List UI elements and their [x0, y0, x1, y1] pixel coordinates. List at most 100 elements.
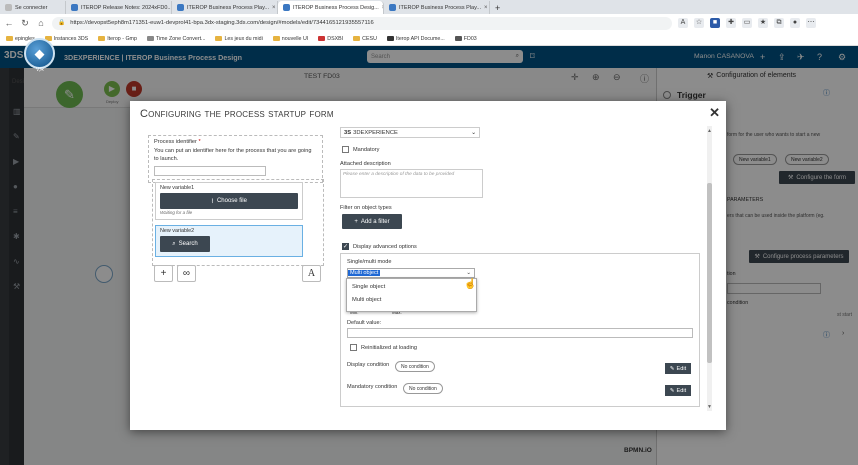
bookmark-item[interactable]: Time Zone Convert... [146, 36, 205, 42]
text-format-icon[interactable]: A [302, 265, 321, 282]
advanced-options-checkbox[interactable]: ✓ [342, 243, 349, 250]
choose-file-button[interactable]: ⌇ Choose file [160, 193, 298, 209]
bookmark-item[interactable]: Iterop API Docume... [386, 36, 445, 42]
tab-favicon-icon [389, 4, 396, 11]
mandatory-condition-pill[interactable]: No condition [403, 383, 443, 394]
mode-select[interactable]: Multi object ⌄ [347, 268, 475, 278]
pencil-icon: ✎ [669, 387, 675, 394]
search-button[interactable]: ⌕ Search [160, 236, 210, 252]
chevron-down-icon: ⌄ [471, 129, 476, 136]
3ds-logo-icon: 3S [344, 129, 352, 136]
mandatory-checkbox[interactable] [342, 146, 349, 153]
star-icon[interactable]: ☆ [694, 18, 704, 28]
folder-icon [386, 36, 394, 41]
puzzle-icon[interactable]: ✚ [726, 18, 736, 28]
variable1-card[interactable]: New variable1 ⌇ Choose file Waiting for a… [155, 182, 303, 220]
edit-display-condition-button[interactable]: ✎ Edit [665, 363, 691, 374]
bookmark-item[interactable]: Iterop - Gmp [98, 36, 137, 42]
folder-icon [146, 36, 154, 41]
process-identifier-label: Process identifier * [154, 139, 201, 145]
process-identifier-help: You can put an identifier here for the p… [154, 148, 312, 162]
display-condition-pill[interactable]: No condition [395, 361, 435, 372]
variable2-label: New variable2 [160, 228, 195, 234]
extension-icon[interactable]: ■ [710, 18, 720, 28]
browser-tab[interactable]: ITEROP Release Notes: 2024xFD0...× [66, 1, 172, 14]
folder-icon [6, 36, 13, 41]
paperclip-icon: ⌇ [211, 198, 214, 205]
bookmark-item[interactable]: FD03 [454, 36, 477, 42]
tab-favicon-icon [283, 4, 290, 11]
lock-icon: 🔒 [58, 20, 66, 26]
default-value-label: Default value: [347, 320, 382, 326]
bookmarks-bar: epingles Instances 3DS Iterop - Gmp Time… [0, 32, 858, 46]
folder-icon [215, 36, 223, 41]
source-select[interactable]: 3S 3DEXPERIENCE ⌄ [340, 127, 480, 138]
close-icon[interactable]: ✕ [709, 105, 720, 121]
pencil-icon: ✎ [669, 365, 675, 372]
browser-tab[interactable]: ITEROP Business Process Play... × [384, 1, 490, 14]
mandatory-condition-label: Mandatory condition [347, 384, 398, 390]
folder-icon [318, 36, 326, 41]
translate-icon[interactable]: A [678, 18, 688, 28]
process-identifier-box: Process identifier * You can put an iden… [148, 135, 323, 183]
folder-icon [454, 36, 462, 41]
bookmark-item[interactable]: Les jeux du midi [215, 36, 263, 42]
tab-favicon-icon [177, 4, 184, 11]
mandatory-row[interactable]: Mandatory [342, 146, 379, 153]
folder-icon [98, 36, 106, 41]
mode-option[interactable]: Multi object [347, 293, 476, 307]
display-condition-label: Display condition [347, 362, 390, 368]
browser-tab-active[interactable]: ITEROP Business Process Desig...× [278, 1, 384, 14]
plus-icon: + [354, 218, 358, 225]
reinit-row[interactable]: Reinitialized at loading [350, 344, 417, 351]
variable1-label: New variable1 [160, 185, 195, 191]
mouse-cursor-icon: ☝ [464, 279, 477, 290]
split-icon[interactable]: ▭ [742, 18, 752, 28]
compass-icon[interactable]: ◆ [24, 38, 55, 69]
collections-icon[interactable]: ⧉ [774, 18, 784, 28]
reinit-checkbox[interactable] [350, 344, 357, 351]
bookmark-item[interactable]: nouvelle UI [272, 36, 308, 42]
link-icon[interactable]: ∞ [177, 265, 196, 282]
tab-close-icon[interactable]: × [484, 5, 488, 11]
profile-icon[interactable]: ● [790, 18, 800, 28]
scroll-down-icon[interactable]: ▼ [707, 404, 712, 410]
tab-favicon-icon [5, 4, 12, 11]
variable2-card[interactable]: New variable2 ⌕ Search [155, 225, 303, 257]
mode-dropdown-list: Single object Multi object [346, 278, 477, 312]
favorites-icon[interactable]: ★ [758, 18, 768, 28]
browser-tab[interactable]: Se connecter [0, 1, 66, 14]
folder-icon [272, 36, 280, 41]
browser-tab[interactable]: ITEROP Business Process Play... × [172, 1, 278, 14]
advanced-options-row[interactable]: ✓ Display advanced options [342, 243, 417, 250]
folder-icon [353, 36, 361, 41]
filter-label: Filter on object types [340, 205, 392, 211]
add-field-button[interactable]: + [154, 265, 173, 282]
bookmark-item[interactable]: CESU [353, 36, 377, 42]
tab-favicon-icon [71, 4, 78, 11]
url-field[interactable]: 🔒 https://devopst5eph8m171351-euw1-devpro… [52, 16, 672, 30]
mode-option[interactable]: Single object [347, 279, 476, 293]
bookmark-item[interactable]: DSXBI [318, 36, 343, 42]
edit-mandatory-condition-button[interactable]: ✎ Edit [665, 385, 691, 396]
modal-scrollbar-thumb[interactable] [707, 183, 712, 363]
default-value-input[interactable] [347, 328, 693, 338]
startup-form-modal: Configuring the process startup form ✕ P… [130, 101, 726, 430]
search-icon: ⌕ [172, 240, 176, 247]
process-identifier-input[interactable] [154, 166, 266, 176]
attached-description-label: Attached description [340, 161, 391, 167]
new-tab-button[interactable]: + [490, 1, 508, 14]
reload-icon[interactable]: ↻ [20, 18, 30, 29]
menu-icon[interactable]: ⋯ [806, 18, 816, 28]
scroll-up-icon[interactable]: ▲ [707, 128, 712, 134]
chevron-down-icon: ⌄ [466, 270, 471, 276]
address-bar-row: ← ↻ ⌂ 🔒 https://devopst5eph8m171351-euw1-… [0, 14, 858, 32]
add-filter-button[interactable]: + Add a filter [342, 214, 402, 229]
home-icon[interactable]: ⌂ [36, 18, 46, 28]
bookmark-item[interactable]: Instances 3DS [44, 36, 88, 42]
tab-close-icon[interactable]: × [272, 5, 276, 11]
compass-version: V,R [36, 67, 44, 73]
back-icon[interactable]: ← [4, 18, 14, 28]
file-hint: Waiting for a file [160, 210, 193, 215]
description-textarea[interactable]: Please enter a description of the data t… [340, 169, 483, 198]
